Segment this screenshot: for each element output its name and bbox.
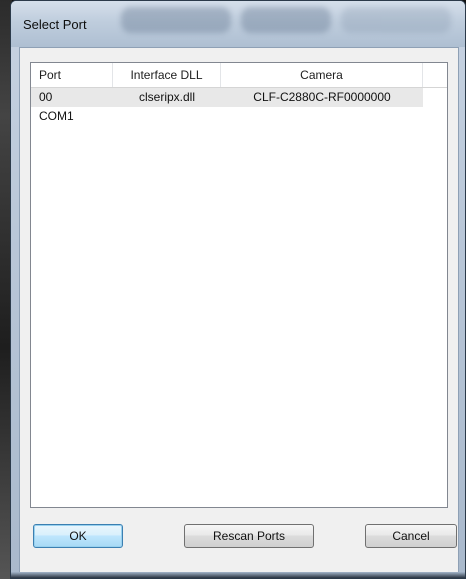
titlebar-glass-reflection (241, 7, 331, 33)
cell-port: COM1 (39, 109, 74, 123)
cell-interface-dll: clseripx.dll (138, 90, 195, 104)
list-row[interactable]: COM1 (31, 107, 447, 126)
column-header-camera[interactable]: Camera (221, 63, 423, 87)
window-title: Select Port (23, 17, 87, 32)
port-list[interactable]: Port Interface DLL Camera 00 clseripx.dl… (30, 62, 448, 508)
cell-interface-dll (113, 107, 221, 126)
cancel-button[interactable]: Cancel (365, 524, 457, 548)
column-header-port[interactable]: Port (31, 63, 113, 87)
window-bottom-frame (11, 572, 465, 578)
titlebar-glass-reflection (341, 7, 451, 33)
cell-camera: CLF-C2880C-RF0000000 (253, 90, 391, 104)
select-port-dialog: Select Port Port Interface DLL Camera 00… (10, 0, 466, 579)
title-bar[interactable]: Select Port (11, 1, 465, 47)
rescan-ports-button[interactable]: Rescan Ports (184, 524, 314, 548)
list-header: Port Interface DLL Camera (31, 63, 447, 88)
button-bar: OK Rescan Ports Cancel (20, 524, 458, 550)
list-row[interactable]: 00 clseripx.dll CLF-C2880C-RF0000000 (31, 88, 423, 107)
titlebar-glass-reflection (121, 7, 231, 33)
cell-port: 00 (39, 90, 53, 104)
column-header-filler (423, 63, 447, 87)
column-header-interface-dll[interactable]: Interface DLL (113, 63, 221, 87)
dialog-client-area: Port Interface DLL Camera 00 clseripx.dl… (19, 47, 459, 575)
ok-button[interactable]: OK (33, 524, 123, 548)
cell-camera (221, 107, 423, 126)
desktop-background: Select Port Port Interface DLL Camera 00… (0, 0, 466, 579)
